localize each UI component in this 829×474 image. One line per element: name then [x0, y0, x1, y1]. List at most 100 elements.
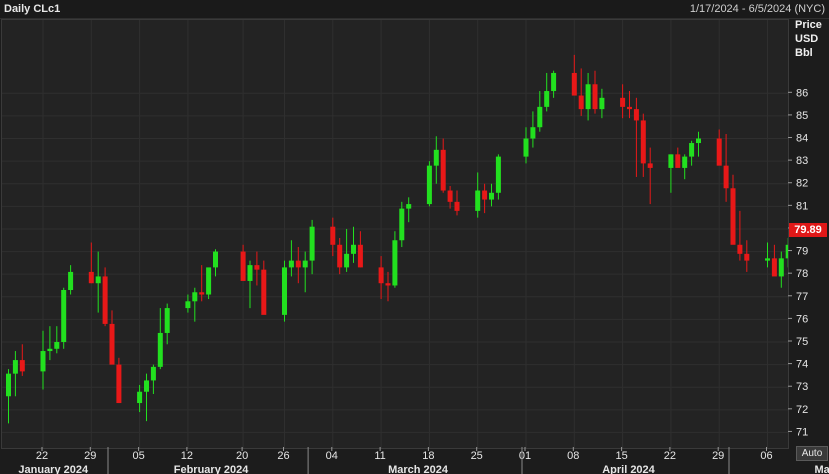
x-tick-label: 29 — [84, 450, 96, 462]
candle-body[interactable] — [716, 138, 722, 166]
currency-label: USD — [795, 33, 819, 45]
candle-body[interactable] — [54, 342, 60, 349]
candle-body[interactable] — [668, 154, 674, 168]
candle-body[interactable] — [530, 127, 536, 139]
candle-body[interactable] — [675, 154, 681, 168]
candle-body[interactable] — [744, 253, 750, 261]
candle-body[interactable] — [592, 84, 598, 110]
month-label: April 2024 — [602, 464, 655, 474]
candle-body[interactable] — [537, 106, 543, 128]
candle-body[interactable] — [157, 332, 163, 367]
candle-body[interactable] — [482, 190, 488, 200]
candle-body[interactable] — [150, 366, 156, 381]
candle-body[interactable] — [392, 240, 398, 286]
month-label: January 2024 — [18, 464, 89, 474]
chart-header: Daily CLc1 1/17/2024 - 6/5/2024 (NYC) — [0, 0, 829, 19]
candle-body[interactable] — [585, 84, 591, 110]
candle-body[interactable] — [261, 269, 267, 315]
candle-body[interactable] — [109, 323, 115, 365]
candle-body[interactable] — [185, 301, 191, 309]
candle-body[interactable] — [357, 244, 363, 268]
candle-body[interactable] — [647, 163, 653, 168]
x-tick-label: 15 — [615, 450, 627, 462]
candle-body[interactable] — [551, 72, 557, 92]
candle-body[interactable] — [164, 308, 170, 333]
x-tick-label: 18 — [422, 450, 434, 462]
x-tick-label: 20 — [236, 450, 248, 462]
auto-scale-button[interactable]: Auto — [796, 446, 828, 461]
candle-body[interactable] — [302, 260, 308, 268]
candle-body[interactable] — [254, 265, 260, 270]
candle-body[interactable] — [144, 380, 149, 392]
candle-body[interactable] — [337, 244, 343, 268]
candle-body[interactable] — [247, 265, 253, 281]
candle-body[interactable] — [199, 292, 205, 295]
candle-body[interactable] — [330, 226, 336, 245]
candle-body[interactable] — [571, 72, 577, 96]
candle-body[interactable] — [544, 91, 550, 107]
candle-body[interactable] — [633, 109, 639, 121]
candle-body[interactable] — [785, 244, 788, 259]
candle-body[interactable] — [288, 260, 294, 268]
candle-body[interactable] — [213, 251, 218, 268]
x-tick-label: 05 — [132, 450, 144, 462]
candle-body[interactable] — [12, 360, 18, 374]
candle-body[interactable] — [295, 260, 301, 268]
plot-area[interactable] — [1, 19, 789, 449]
candle-body[interactable] — [578, 95, 584, 110]
x-tick-label: 25 — [471, 450, 483, 462]
candle-body[interactable] — [102, 276, 108, 324]
candle-body[interactable] — [627, 106, 632, 110]
candle-body[interactable] — [137, 391, 143, 404]
candle-body[interactable] — [47, 348, 53, 352]
candle-body[interactable] — [433, 149, 439, 166]
candle-body[interactable] — [495, 156, 501, 193]
candle-body[interactable] — [737, 244, 743, 254]
candle-body[interactable] — [723, 165, 729, 189]
candle-body[interactable] — [206, 267, 212, 295]
candlestick-chart[interactable] — [2, 20, 788, 448]
candle-body[interactable] — [344, 253, 350, 268]
candle-body[interactable] — [440, 149, 446, 191]
candle-body[interactable] — [489, 192, 494, 200]
candle-body[interactable] — [68, 271, 74, 290]
candle-body[interactable] — [689, 143, 695, 157]
month-label: May 2024 — [814, 464, 829, 474]
candle-body[interactable] — [771, 258, 777, 277]
candle-body[interactable] — [523, 138, 529, 157]
x-tick-label: 01 — [519, 450, 531, 462]
candle-body[interactable] — [599, 97, 605, 110]
candle-body[interactable] — [730, 188, 736, 245]
candle-body[interactable] — [620, 97, 626, 107]
candle-body[interactable] — [682, 156, 688, 168]
candle-body[interactable] — [475, 190, 481, 211]
candle-body[interactable] — [385, 283, 391, 286]
candle-body[interactable] — [351, 244, 356, 254]
candle-body[interactable] — [116, 364, 122, 404]
candle-body[interactable] — [454, 201, 460, 211]
candle-body[interactable] — [399, 208, 405, 241]
candle-body[interactable] — [309, 226, 315, 261]
candle-body[interactable] — [192, 292, 198, 302]
candle-body[interactable] — [40, 351, 46, 372]
candle-body[interactable] — [88, 271, 94, 284]
candle-body[interactable] — [378, 267, 384, 284]
x-tick-label: 26 — [277, 450, 289, 462]
candle-body[interactable] — [778, 258, 784, 277]
x-tick-label: 22 — [36, 450, 48, 462]
y-tick-label: 72 — [796, 404, 808, 416]
candle-body[interactable] — [240, 251, 246, 281]
y-tick-label: 82 — [796, 178, 808, 190]
candle-body[interactable] — [426, 165, 432, 205]
candle-body[interactable] — [6, 373, 11, 397]
candle-body[interactable] — [282, 267, 287, 315]
candle-body[interactable] — [765, 258, 770, 261]
candle-body[interactable] — [640, 120, 646, 164]
candle-body[interactable] — [696, 138, 701, 144]
candle-body[interactable] — [95, 276, 101, 284]
candle-body[interactable] — [447, 190, 453, 202]
y-tick-label: 85 — [796, 110, 808, 122]
candle-body[interactable] — [61, 290, 67, 342]
candle-body[interactable] — [406, 204, 412, 209]
candle-body[interactable] — [19, 360, 25, 372]
